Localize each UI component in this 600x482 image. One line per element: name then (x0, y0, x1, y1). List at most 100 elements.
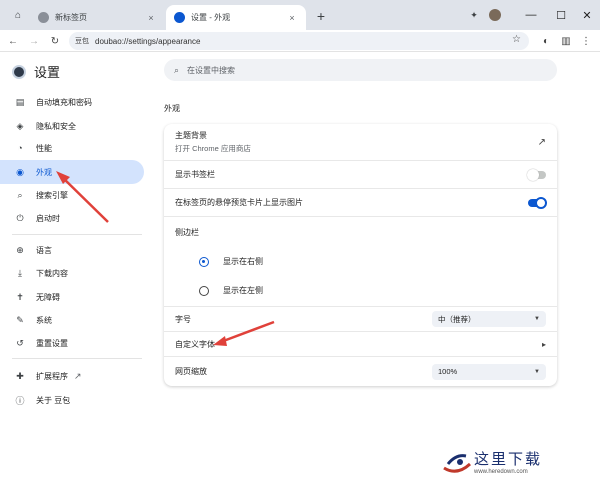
watermark-url: www.heredown.com (474, 468, 528, 475)
tab-new-tab[interactable]: 新标签页 × (30, 5, 165, 30)
reload-icon[interactable]: ↻ (46, 32, 64, 50)
info-icon: ⓘ (15, 395, 25, 406)
address-bar[interactable]: 豆包 doubao://settings/appearance ☆ (69, 32, 529, 50)
shield-icon: ◈ (16, 120, 24, 131)
profile-icon[interactable]: ◐ (537, 32, 555, 50)
minimize-button[interactable]: — (516, 0, 546, 30)
search-icon: ⌕ (17, 189, 23, 200)
side-panel-group: 侧边栏 显示在右侧 显示在左侧 (164, 217, 557, 307)
bookmarks-bar-label: 显示书签栏 (175, 170, 215, 179)
puzzle-icon: ✚ (16, 370, 24, 381)
tab-title: 设置 - 外观 (191, 13, 231, 22)
page-zoom-label: 网页缩放 (175, 367, 207, 376)
tab-search-icon[interactable]: ⌂ (9, 6, 27, 24)
bookmarks-bar-toggle[interactable] (527, 168, 546, 181)
caret-down-icon: ▼ (534, 316, 540, 322)
sidebar-item-extensions[interactable]: ✚ 扩展程序 ↗ (0, 364, 144, 388)
sidebar-item-label: 自动填充和密码 (36, 97, 92, 107)
sidebar-item-label: 语言 (36, 245, 52, 255)
tab-close-icon[interactable]: × (286, 13, 298, 23)
open-in-new-icon[interactable]: ↗ (538, 137, 546, 148)
font-size-value: 中（推荐） (438, 314, 476, 324)
page-title: 设置 (34, 65, 61, 80)
clipboard-icon: ▤ (15, 96, 25, 107)
avatar (12, 64, 26, 79)
sidebar-item-languages[interactable]: ⊕ 语言 (0, 238, 144, 262)
sidebar-item-label: 系统 (36, 315, 52, 325)
sidebar-item-on-startup[interactable]: ⏻ 启动时 (0, 206, 144, 230)
back-arrow-icon[interactable]: ← (4, 32, 22, 50)
sidebar-item-reset[interactable]: ↺ 重置设置 (0, 331, 144, 355)
close-window-button[interactable]: ✕ (572, 0, 600, 30)
theme-row[interactable]: 主题背景 打开 Chrome 应用商店 ↗ (164, 124, 557, 161)
wrench-icon: ✎ (16, 314, 24, 325)
hover-preview-row: 在标签页的悬停预览卡片上显示图片 (164, 189, 557, 217)
globe-icon: ⊕ (16, 244, 24, 255)
sidebar-item-label: 无障碍 (36, 292, 60, 302)
sidebar-item-label: 扩展程序 (36, 371, 68, 381)
custom-fonts-row[interactable]: 自定义字体 ▸ (164, 332, 557, 357)
sidebar-divider (12, 234, 142, 235)
sidebar-item-label: 搜索引擎 (36, 190, 68, 200)
search-icon: ⌕ (174, 64, 180, 75)
watermark-logo-icon (440, 446, 474, 476)
font-size-label: 字号 (175, 314, 191, 324)
profile-avatar-icon[interactable] (486, 6, 504, 24)
new-tab-button[interactable]: + (312, 7, 330, 25)
radio-right[interactable] (199, 256, 209, 267)
sidebar-item-system[interactable]: ✎ 系统 (0, 308, 144, 332)
tab-title: 新标签页 (55, 13, 87, 22)
palette-icon: ◉ (16, 166, 24, 177)
sidebar-item-performance[interactable]: ◔ 性能 (0, 136, 144, 160)
appearance-card: 主题背景 打开 Chrome 应用商店 ↗ 显示书签栏 在标签页的悬停预览卡片上… (164, 124, 557, 386)
custom-fonts-label: 自定义字体 (175, 339, 215, 349)
watermark: 这里下载 www.heredown.com (440, 440, 600, 482)
caret-down-icon: ▼ (534, 368, 540, 375)
hover-preview-label: 在标签页的悬停预览卡片上显示图片 (175, 198, 303, 207)
sidebar-item-appearance[interactable]: ◉ 外观 (0, 160, 144, 184)
bookmarks-bar-row: 显示书签栏 (164, 161, 557, 189)
tab-settings-appearance[interactable]: 设置 - 外观 × (166, 5, 306, 30)
sidebar-item-accessibility[interactable]: ✝ 无障碍 (0, 285, 144, 309)
sidebar-item-about[interactable]: ⓘ 关于 豆包 (0, 388, 144, 412)
radio-left[interactable] (199, 285, 209, 296)
pin-icon[interactable]: ✦ (465, 6, 483, 24)
bookmark-star-icon[interactable]: ☆ (512, 34, 521, 45)
side-panel-left-option[interactable]: 显示在左侧 (175, 285, 546, 296)
sidebar-item-label: 重置设置 (36, 338, 68, 348)
url-text[interactable]: doubao://settings/appearance (95, 37, 200, 46)
forward-arrow-icon[interactable]: → (25, 32, 43, 50)
sidebar-item-label: 性能 (36, 143, 52, 153)
side-panel-icon[interactable]: ▥ (557, 32, 575, 50)
settings-search-input[interactable]: ⌕ 在设置中搜索 (164, 59, 557, 81)
sidebar-item-label: 外观 (36, 167, 52, 177)
side-panel-label: 侧边栏 (175, 228, 199, 237)
sidebar-item-label: 关于 豆包 (36, 395, 71, 405)
toolbar: ← → ↻ 豆包 doubao://settings/appearance ☆ … (0, 30, 600, 52)
sidebar-item-privacy[interactable]: ◈ 隐私和安全 (0, 114, 144, 138)
tab-strip: ⌂ 新标签页 × 设置 - 外观 × + ✦ — ☐ ✕ (0, 0, 600, 30)
speedometer-icon: ◔ (17, 143, 23, 153)
font-size-select[interactable]: 中（推荐） ▼ (432, 311, 546, 327)
theme-label: 主题背景 (175, 131, 207, 140)
sidebar-item-autofill[interactable]: ▤ 自动填充和密码 (0, 90, 144, 114)
download-icon: ⤓ (18, 267, 22, 278)
settings-sidebar: 设置 ▤ 自动填充和密码 ◈ 隐私和安全 ◔ 性能 ◉ 外观 ⌕ 搜索引擎 ⏻ … (0, 52, 150, 482)
settings-gear-icon (174, 12, 185, 23)
site-chip[interactable]: 豆包 (75, 36, 89, 46)
accessibility-icon: ✝ (16, 291, 24, 302)
hover-preview-toggle[interactable] (528, 196, 547, 209)
sidebar-item-downloads[interactable]: ⤓ 下载内容 (0, 261, 144, 285)
page-zoom-select[interactable]: 100% ▼ (432, 363, 546, 380)
power-icon: ⏻ (16, 212, 24, 223)
sidebar-item-label: 启动时 (36, 213, 60, 223)
sidebar-item-search-engine[interactable]: ⌕ 搜索引擎 (0, 183, 144, 207)
menu-dots-icon[interactable]: ⋮ (577, 32, 595, 50)
page-zoom-value: 100% (438, 367, 458, 376)
settings-brand: 设置 (12, 62, 60, 81)
tab-close-icon[interactable]: × (145, 13, 157, 23)
section-title: 外观 (164, 104, 180, 113)
sidebar-item-label: 下载内容 (36, 268, 68, 278)
side-panel-right-option[interactable]: 显示在右侧 (175, 256, 546, 267)
font-size-row: 字号 中（推荐） ▼ (164, 307, 557, 332)
